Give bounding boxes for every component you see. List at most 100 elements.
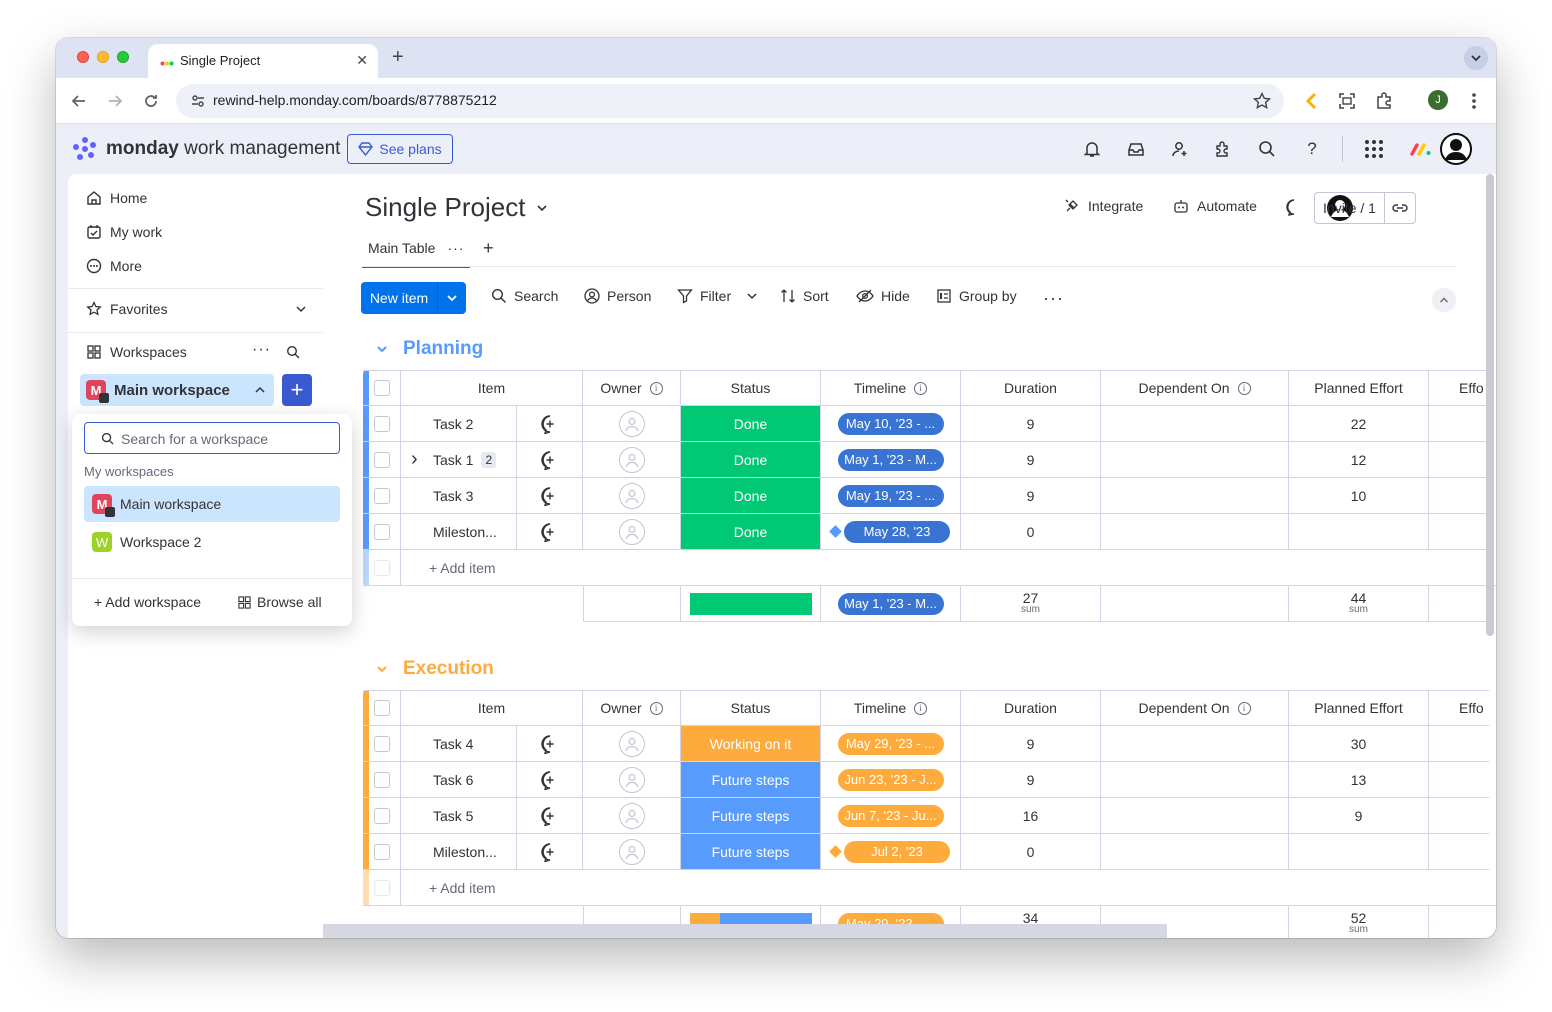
rewind-extension-icon[interactable] bbox=[1300, 90, 1322, 112]
extensions-puzzle-icon[interactable] bbox=[1373, 90, 1395, 112]
expand-subitems-icon[interactable]: › bbox=[411, 448, 418, 471]
updates-cell[interactable] bbox=[517, 406, 583, 442]
add-update-icon[interactable] bbox=[540, 414, 560, 434]
row-checkbox[interactable] bbox=[373, 487, 390, 504]
row-checkbox[interactable] bbox=[373, 451, 390, 468]
empty-owner-avatar-icon[interactable] bbox=[618, 446, 645, 473]
column-header-owner[interactable]: Owner i bbox=[583, 370, 681, 406]
add-item-cell[interactable]: + Add item bbox=[401, 550, 1496, 586]
row-checkbox[interactable] bbox=[373, 807, 390, 824]
browse-all-button[interactable]: Browse all bbox=[238, 594, 322, 610]
close-tab-icon[interactable]: ✕ bbox=[356, 52, 368, 69]
filter-button[interactable]: Filter bbox=[677, 288, 758, 304]
tab-options-icon[interactable]: ··· bbox=[447, 240, 464, 256]
owner-cell[interactable] bbox=[583, 478, 681, 514]
column-header-dependent-on[interactable]: Dependent On i bbox=[1101, 370, 1289, 406]
column-header-planned-effort[interactable]: Planned Effort bbox=[1289, 370, 1429, 406]
empty-owner-avatar-icon[interactable] bbox=[618, 410, 645, 437]
add-update-icon[interactable] bbox=[540, 770, 560, 790]
monday-logo[interactable]: monday work management bbox=[72, 136, 340, 162]
workspace-option-main[interactable]: M Main workspace bbox=[84, 486, 340, 522]
sort-button[interactable]: Sort bbox=[780, 288, 829, 304]
column-header-dependent-on[interactable]: Dependent On i bbox=[1101, 690, 1289, 726]
empty-owner-avatar-icon[interactable] bbox=[618, 730, 645, 757]
add-view-button[interactable]: + bbox=[483, 238, 494, 259]
updates-cell[interactable] bbox=[517, 798, 583, 834]
table-row[interactable]: Task 3 Done May 19, '23 - ... 9 10 bbox=[363, 478, 1496, 514]
help-icon[interactable]: ? bbox=[1301, 138, 1323, 160]
timeline-cell[interactable]: May 19, '23 - ... bbox=[821, 478, 961, 514]
row-checkbox[interactable] bbox=[373, 843, 390, 860]
select-all-checkbox[interactable] bbox=[373, 380, 390, 396]
add-workspace-item-button[interactable]: + bbox=[282, 374, 312, 406]
inbox-icon[interactable] bbox=[1125, 138, 1147, 160]
board-title[interactable]: Single Project bbox=[365, 192, 549, 223]
invite-members-icon[interactable] bbox=[1169, 138, 1191, 160]
column-header-item[interactable]: Item bbox=[401, 370, 583, 406]
browser-tab[interactable]: Single Project ✕ bbox=[148, 44, 378, 78]
workspaces-search-icon[interactable] bbox=[286, 345, 300, 359]
owner-cell[interactable] bbox=[583, 762, 681, 798]
owner-cell[interactable] bbox=[583, 406, 681, 442]
select-all-checkbox[interactable] bbox=[373, 700, 390, 716]
tab-main-table[interactable]: Main Table ··· bbox=[362, 238, 470, 268]
add-update-icon[interactable] bbox=[540, 522, 560, 542]
copy-link-icon[interactable] bbox=[1385, 193, 1415, 223]
add-update-icon[interactable] bbox=[540, 486, 560, 506]
timeline-cell[interactable]: Jun 23, '23 - J... bbox=[821, 762, 961, 798]
browser-menu-icon[interactable] bbox=[1463, 90, 1485, 112]
column-header-effort[interactable]: Effo bbox=[1429, 690, 1489, 726]
updates-cell[interactable] bbox=[517, 442, 583, 478]
owner-cell[interactable] bbox=[583, 798, 681, 834]
sidebar-item-home[interactable]: Home bbox=[86, 184, 147, 212]
reload-button[interactable] bbox=[140, 90, 162, 112]
column-header-planned-effort[interactable]: Planned Effort bbox=[1289, 690, 1429, 726]
add-update-icon[interactable] bbox=[540, 842, 560, 862]
add-update-icon[interactable] bbox=[540, 450, 560, 470]
more-actions-icon[interactable]: ··· bbox=[1043, 288, 1064, 309]
workspace-search-field[interactable] bbox=[84, 422, 340, 454]
timeline-cell[interactable]: May 28, '23 bbox=[821, 514, 961, 550]
item-name-cell[interactable]: Task 3 bbox=[401, 478, 517, 514]
row-checkbox[interactable] bbox=[373, 735, 390, 752]
item-name-cell[interactable]: Task 2 bbox=[401, 406, 517, 442]
empty-owner-avatar-icon[interactable] bbox=[618, 766, 645, 793]
search-icon[interactable] bbox=[1256, 138, 1278, 160]
screenshot-extension-icon[interactable] bbox=[1336, 90, 1358, 112]
tab-search-button[interactable] bbox=[1464, 46, 1488, 70]
horizontal-scrollbar[interactable] bbox=[323, 924, 1167, 938]
updates-cell[interactable] bbox=[517, 514, 583, 550]
info-icon[interactable]: i bbox=[914, 381, 928, 395]
apps-puzzle-icon[interactable] bbox=[1212, 138, 1234, 160]
status-cell[interactable]: Done bbox=[681, 442, 821, 478]
row-checkbox[interactable] bbox=[373, 771, 390, 788]
sidebar-favorites[interactable]: Favorites bbox=[86, 295, 308, 323]
item-name-cell[interactable]: Task 6 bbox=[401, 762, 517, 798]
table-row[interactable]: Mileston... Done May 28, '23 0 bbox=[363, 514, 1496, 550]
invite-button[interactable]: Invite / 1 bbox=[1314, 192, 1416, 224]
sidebar-workspaces[interactable]: Workspaces ··· bbox=[86, 338, 308, 366]
empty-owner-avatar-icon[interactable] bbox=[618, 518, 645, 545]
new-item-dropdown[interactable] bbox=[438, 282, 466, 314]
table-row[interactable]: › Task 1 2 Done May 1, '23 - M... 9 12 bbox=[363, 442, 1496, 478]
table-row[interactable]: Mileston... Future steps Jul 2, '23 0 bbox=[363, 834, 1496, 870]
user-avatar[interactable] bbox=[1440, 133, 1472, 165]
group-title-execution[interactable]: Execution bbox=[375, 658, 494, 680]
sidebar-item-my-work[interactable]: My work bbox=[86, 218, 162, 246]
back-button[interactable] bbox=[68, 90, 90, 112]
add-workspace-button[interactable]: + Add workspace bbox=[94, 594, 201, 610]
empty-owner-avatar-icon[interactable] bbox=[618, 802, 645, 829]
hide-columns-button[interactable]: Hide bbox=[856, 288, 910, 304]
workspace-selector[interactable]: M Main workspace bbox=[80, 374, 274, 406]
empty-owner-avatar-icon[interactable] bbox=[618, 838, 645, 865]
status-cell[interactable]: Working on it bbox=[681, 726, 821, 762]
table-row[interactable]: Task 2 Done May 10, '23 - ... 9 22 bbox=[363, 406, 1496, 442]
forward-button[interactable] bbox=[104, 90, 126, 112]
owner-cell[interactable] bbox=[583, 726, 681, 762]
add-item-cell[interactable]: + Add item bbox=[401, 870, 1496, 906]
workspaces-more-icon[interactable]: ··· bbox=[252, 341, 271, 359]
column-header-item[interactable]: Item bbox=[401, 690, 583, 726]
add-item-row[interactable]: + Add item bbox=[363, 550, 1496, 586]
updates-chat-icon[interactable] bbox=[1285, 198, 1303, 216]
updates-cell[interactable] bbox=[517, 762, 583, 798]
